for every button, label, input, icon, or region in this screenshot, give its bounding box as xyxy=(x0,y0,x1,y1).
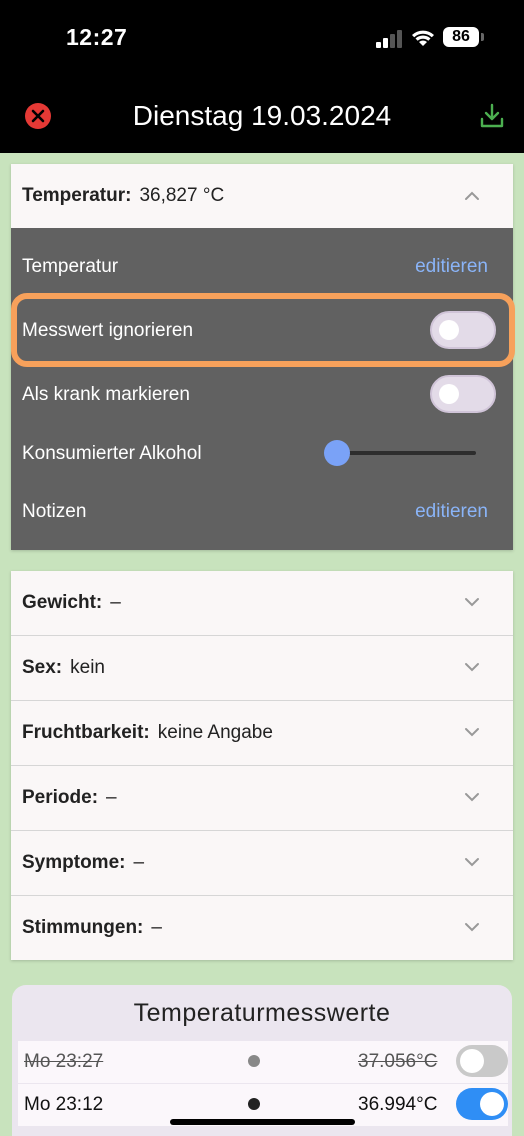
sections-card: Gewicht: – Sex: kein Fruchtbarkeit: keine Ang… xyxy=(11,571,513,960)
chevron-down-icon[interactable] xyxy=(463,921,481,933)
edit-notes-link[interactable]: editieren xyxy=(415,501,488,523)
section-row[interactable]: Symptome: – xyxy=(11,831,513,895)
toggle-knob xyxy=(480,1092,504,1116)
temperature-value: 36,827 °C xyxy=(139,185,225,206)
toggle-knob xyxy=(460,1049,484,1073)
section-row[interactable]: Gewicht: – xyxy=(11,571,513,635)
mark-sick-toggle[interactable] xyxy=(430,375,496,413)
battery-icon: 86 xyxy=(443,27,479,47)
chevron-down-icon[interactable] xyxy=(463,596,481,608)
section-row[interactable]: Periode: – xyxy=(11,766,513,830)
section-value: – xyxy=(106,787,117,808)
download-icon[interactable] xyxy=(478,102,506,130)
section-value: – xyxy=(133,852,145,873)
chevron-down-icon[interactable] xyxy=(463,791,481,803)
section-value: kein xyxy=(70,657,105,678)
toggle-knob xyxy=(439,384,459,404)
alcohol-slider-thumb[interactable] xyxy=(324,440,350,466)
chevron-down-icon[interactable] xyxy=(463,661,481,673)
section-row[interactable]: Stimmungen: – xyxy=(11,896,513,960)
temperature-label: Temperatur: xyxy=(22,185,132,206)
section-label: Stimmungen: xyxy=(22,917,144,938)
measurement-time: Mo 23:12 xyxy=(24,1094,104,1115)
alcohol-slider-track[interactable] xyxy=(330,451,476,455)
measurement-toggle[interactable] xyxy=(456,1088,508,1120)
section-label: Sex: xyxy=(22,657,63,678)
section-value: keine Angabe xyxy=(157,722,273,743)
measurement-value: 36.994°C xyxy=(358,1094,438,1115)
wifi-icon xyxy=(412,30,434,46)
section-label: Symptome: xyxy=(22,852,126,873)
measurement-dot xyxy=(248,1098,260,1110)
battery-tip xyxy=(481,33,484,41)
measurement-value: 37.056°C xyxy=(358,1051,438,1072)
status-bar: 12:27 86 xyxy=(0,0,524,80)
section-label: Fruchtbarkeit: xyxy=(22,722,150,743)
section-value: – xyxy=(110,592,121,613)
temperature-header[interactable]: Temperatur: 36,827 °C xyxy=(11,164,513,228)
home-indicator xyxy=(170,1119,355,1125)
cellular-signal-icon xyxy=(376,30,404,48)
highlight-box xyxy=(11,293,515,367)
measurement-toggle[interactable] xyxy=(456,1045,508,1077)
chevron-down-icon[interactable] xyxy=(463,856,481,868)
status-time: 12:27 xyxy=(66,24,128,50)
section-value: – xyxy=(151,917,162,938)
chevron-down-icon[interactable] xyxy=(463,726,481,738)
chevron-up-icon[interactable] xyxy=(463,189,481,201)
temperature-details-panel: Temperatur editieren Messwert ignorieren… xyxy=(11,228,513,550)
section-row[interactable]: Fruchtbarkeit: keine Angabe xyxy=(11,701,513,765)
app-header: Dienstag 19.03.2024 xyxy=(0,80,524,153)
measurement-dot xyxy=(248,1055,260,1067)
page-title: Dienstag 19.03.2024 xyxy=(132,100,392,131)
section-label: Periode: xyxy=(22,787,99,808)
temperature-measurements: Temperaturmesswerte Mo 23:27 37.056°C Mo… xyxy=(12,985,512,1136)
section-label: Gewicht: xyxy=(22,592,103,613)
measurement-row: Mo 23:27 37.056°C xyxy=(18,1041,508,1083)
section-row[interactable]: Sex: kein xyxy=(11,636,513,700)
edit-temperature-link[interactable]: editieren xyxy=(415,256,488,278)
measurements-title: Temperaturmesswerte xyxy=(133,999,391,1027)
measurement-time: Mo 23:27 xyxy=(24,1051,104,1072)
